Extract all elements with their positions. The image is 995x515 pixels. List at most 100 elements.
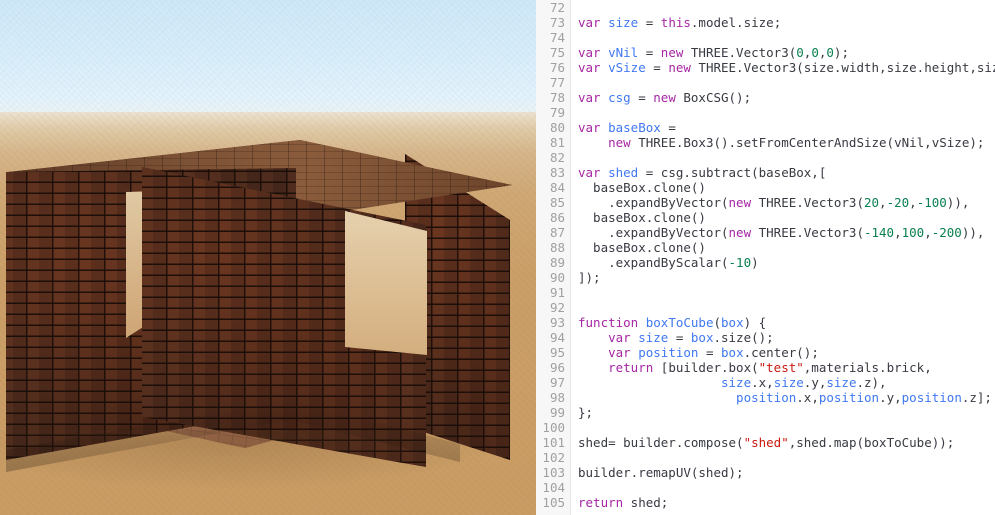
code-line[interactable]: [578, 480, 995, 495]
code-token-kw: function: [578, 315, 639, 330]
code-editor-pane[interactable]: 72 73 74 75 76 77 78 79 80 81 82 83 84 85 86 87 88 89 90 91…: [536, 0, 995, 515]
line-number: 86: [549, 210, 565, 225]
code-token-str: "shed": [743, 435, 789, 450]
code-token-var: shed: [608, 165, 639, 180]
line-number: 87: [549, 225, 565, 240]
code-token-kw: var: [608, 330, 631, 345]
code-text-area[interactable]: var size = this.model.size; var vNil = n…: [571, 0, 995, 515]
code-token-pl: =: [638, 15, 661, 30]
code-token-kw: var: [608, 345, 631, 360]
code-token-kw: new: [728, 195, 752, 210]
code-token-pl: baseBox.clone(): [578, 180, 706, 195]
code-line[interactable]: function boxToCube(box) {: [578, 315, 995, 330]
code-line[interactable]: .expandByVector(new THREE.Vector3(20,-20…: [578, 195, 995, 210]
code-line[interactable]: position.x,position.y,position.z];: [578, 390, 995, 405]
code-token-pl: shed;: [623, 495, 669, 510]
line-number: 89: [549, 255, 565, 270]
code-token-var: csg: [608, 90, 631, 105]
code-token-num: 0: [811, 45, 819, 60]
code-token-pl: .x,: [751, 375, 774, 390]
code-line[interactable]: baseBox.clone(): [578, 180, 995, 195]
code-token-pl: ,: [879, 195, 887, 210]
code-line[interactable]: [578, 285, 995, 300]
code-line[interactable]: [578, 420, 995, 435]
code-line[interactable]: [578, 105, 995, 120]
code-token-pl: =: [638, 45, 661, 60]
line-number: 84: [549, 180, 565, 195]
code-token-pl: .y,: [879, 390, 902, 405]
code-token-kw: new: [653, 90, 676, 105]
code-token-pl: BoxCSG();: [675, 90, 752, 105]
line-number: 76: [549, 60, 565, 75]
code-token-pl: ,: [894, 225, 902, 240]
code-line[interactable]: };: [578, 405, 995, 420]
code-line[interactable]: [578, 0, 995, 15]
code-token-pl: =: [668, 330, 691, 345]
code-token-pl: .size();: [713, 330, 774, 345]
line-number: 101: [542, 435, 565, 450]
code-token-num: -200: [931, 225, 962, 240]
code-line[interactable]: baseBox.clone(): [578, 210, 995, 225]
line-number: 72: [549, 0, 565, 15]
code-line[interactable]: [578, 30, 995, 45]
line-number: 104: [542, 480, 565, 495]
code-token-kw: new: [660, 45, 684, 60]
code-line[interactable]: [578, 450, 995, 465]
code-token-var: size: [638, 330, 669, 345]
code-token-pl: ,materials.brick,: [803, 360, 932, 375]
code-line[interactable]: baseBox.clone(): [578, 240, 995, 255]
shed-ground-shadow: [0, 430, 500, 490]
code-line[interactable]: var vNil = new THREE.Vector3(0,0,0);: [578, 45, 995, 60]
code-token-var: size: [721, 375, 752, 390]
code-token-pl: .x,: [796, 390, 819, 405]
code-token-num: 0: [796, 45, 804, 60]
code-line[interactable]: var baseBox =: [578, 120, 995, 135]
3d-preview-viewport[interactable]: [0, 0, 536, 515]
code-line[interactable]: [578, 150, 995, 165]
code-token-var: position: [736, 390, 797, 405]
code-token-kw: new: [728, 225, 752, 240]
code-token-pl: =: [660, 120, 676, 135]
code-line[interactable]: shed= builder.compose("shed",shed.map(bo…: [578, 435, 995, 450]
code-line[interactable]: var position = box.center();: [578, 345, 995, 360]
code-token-kw: new: [608, 135, 631, 150]
code-line[interactable]: var vSize = new THREE.Vector3(size.width…: [578, 60, 995, 75]
code-line[interactable]: .expandByScalar(-10): [578, 255, 995, 270]
code-line[interactable]: var csg = new BoxCSG();: [578, 90, 995, 105]
code-line[interactable]: var size = this.model.size;: [578, 15, 995, 30]
code-line[interactable]: [578, 75, 995, 90]
code-token-pl: .expandByVector(: [578, 225, 729, 240]
code-token-pl: builder.remapUV(shed);: [578, 465, 744, 480]
code-line[interactable]: [578, 300, 995, 315]
code-line[interactable]: var size = box.size();: [578, 330, 995, 345]
code-line[interactable]: size.x,size.y,size.z),: [578, 375, 995, 390]
sky-dither-noise: [0, 0, 536, 119]
code-token-pl: ): [751, 255, 759, 270]
code-line[interactable]: var shed = csg.subtract(baseBox,[: [578, 165, 995, 180]
code-token-pl: =: [630, 90, 654, 105]
line-number: 74: [549, 30, 565, 45]
code-token-pl: .z];: [961, 390, 992, 405]
code-line[interactable]: return shed;: [578, 495, 995, 510]
line-number: 73: [549, 15, 565, 30]
code-token-pl: shed= builder.compose(: [578, 435, 744, 450]
code-line[interactable]: ]);: [578, 270, 995, 285]
line-number-gutter: 72 73 74 75 76 77 78 79 80 81 82 83 84 85 86 87 88 89 90 91…: [536, 0, 571, 515]
code-token-kw: var: [578, 15, 601, 30]
line-number: 96: [549, 360, 565, 375]
code-token-kw: var: [578, 60, 601, 75]
code-line[interactable]: new THREE.Box3().setFromCenterAndSize(vN…: [578, 135, 995, 150]
code-token-num: -140: [863, 225, 895, 240]
code-token-pl: ,shed.map(boxToCube));: [788, 435, 955, 450]
code-line[interactable]: .expandByVector(new THREE.Vector3(-140,1…: [578, 225, 995, 240]
code-line[interactable]: return [builder.box("test",materials.bri…: [578, 360, 995, 375]
code-line[interactable]: builder.remapUV(shed);: [578, 465, 995, 480]
code-token-var: position: [901, 390, 962, 405]
